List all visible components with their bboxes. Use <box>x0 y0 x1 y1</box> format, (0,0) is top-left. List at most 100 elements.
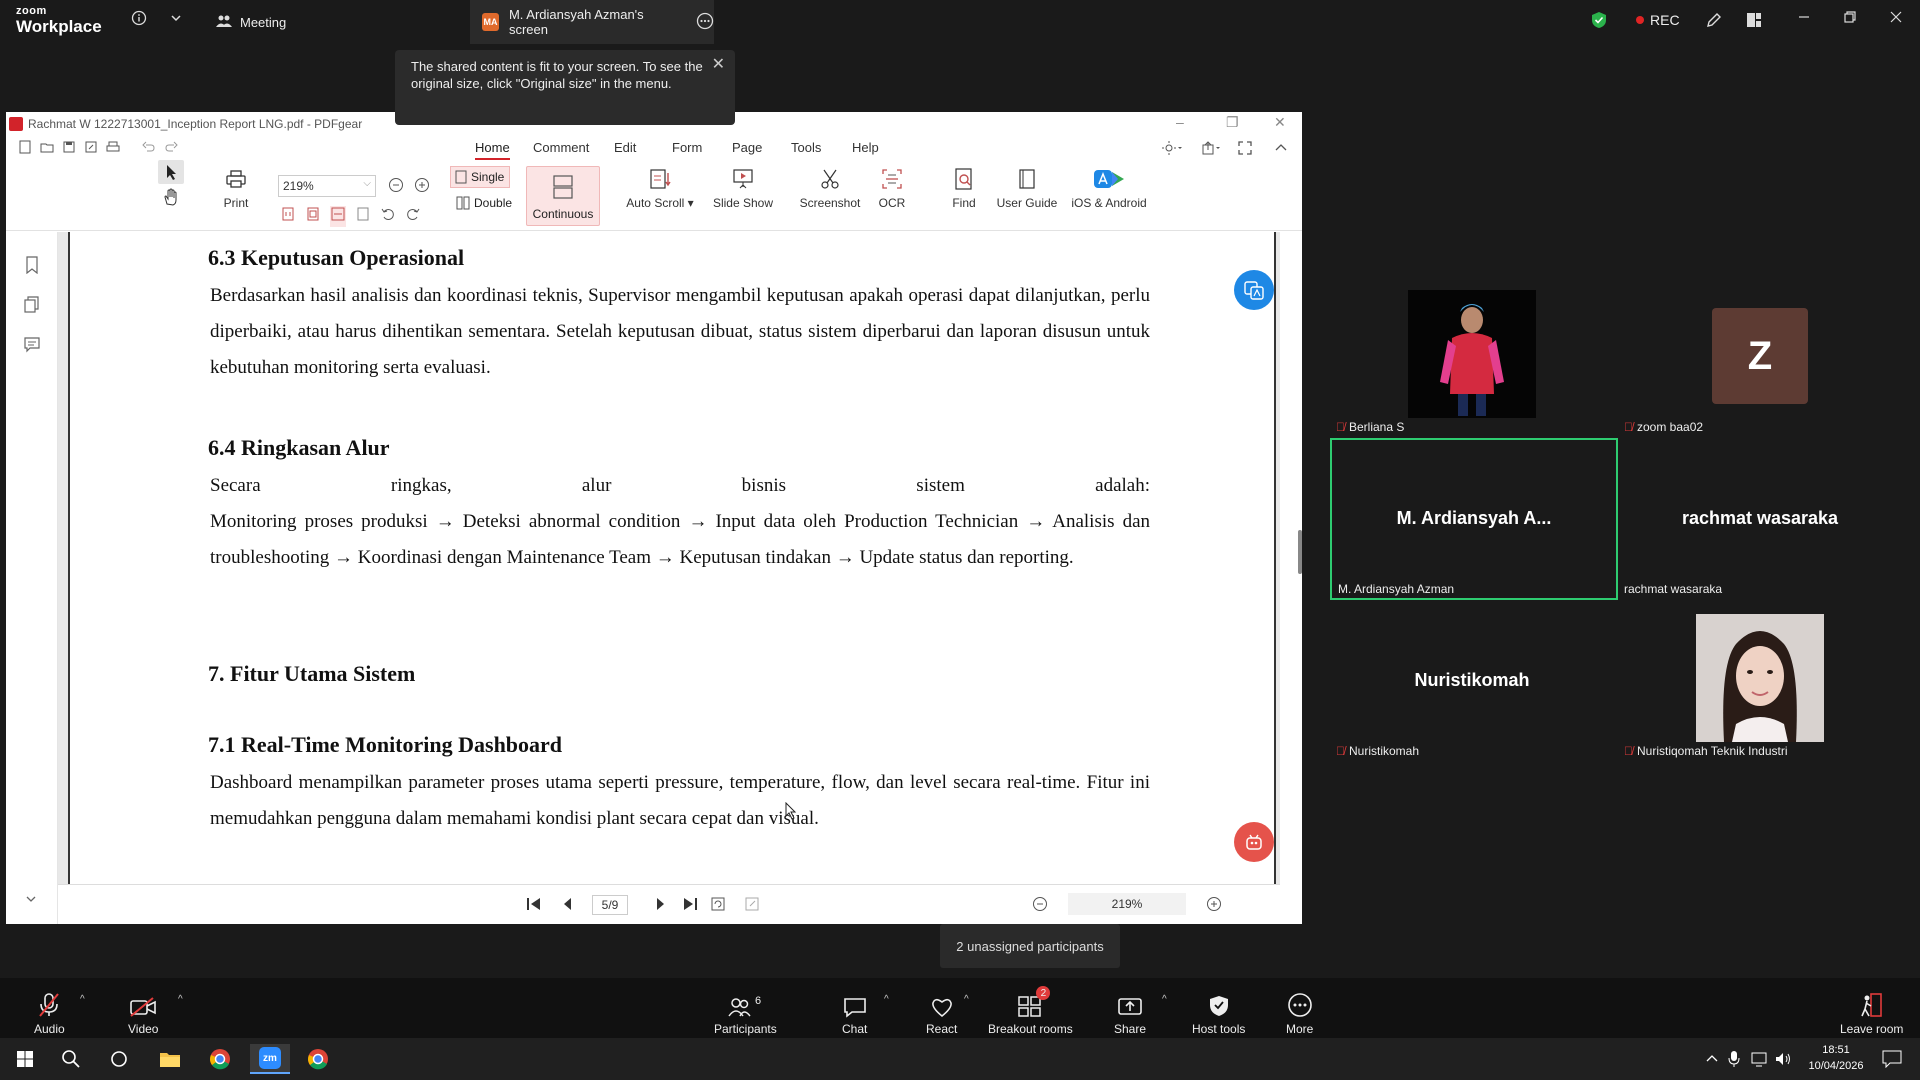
user-guide-button[interactable]: User Guide <box>994 166 1060 210</box>
bookmark-icon[interactable] <box>24 256 40 279</box>
undo-icon[interactable] <box>142 140 156 159</box>
chrome-icon[interactable] <box>205 1044 235 1074</box>
select-tool[interactable] <box>158 160 184 184</box>
slide-show-button[interactable]: Slide Show <box>708 166 778 210</box>
fit-width-icon[interactable] <box>330 206 346 227</box>
menu-help[interactable]: Help <box>852 140 879 155</box>
zoom-in-icon[interactable] <box>414 177 430 198</box>
status-zoom-in-icon[interactable] <box>1206 896 1222 915</box>
participant-tile[interactable]: 🎙̸ Nuristiqomah Teknik Industri <box>1618 600 1902 760</box>
auto-scroll-button[interactable]: Auto Scroll ▾ <box>622 166 698 210</box>
close-icon[interactable] <box>1889 10 1903 27</box>
zoom-out-icon[interactable] <box>388 177 404 198</box>
meeting-tab[interactable]: Meeting <box>216 10 286 34</box>
react-caret-icon[interactable]: ^ <box>964 994 969 1005</box>
redo-icon[interactable] <box>164 140 178 159</box>
collapse-ribbon-icon[interactable] <box>1274 141 1288 160</box>
rotate-left-icon[interactable] <box>380 206 396 227</box>
pages-thumbnail-icon[interactable] <box>24 296 40 319</box>
tray-volume-icon[interactable] <box>1774 1050 1792 1073</box>
fullscreen-icon[interactable] <box>1238 141 1252 160</box>
share-button[interactable]: Share <box>1114 992 1146 1036</box>
prev-page-icon[interactable] <box>560 896 576 915</box>
new-file-icon[interactable] <box>18 140 32 159</box>
panel-expand-chevron-icon[interactable] <box>24 892 38 911</box>
participant-tile[interactable]: Z 🎙̸ zoom baa02 <box>1618 276 1902 436</box>
search-icon[interactable] <box>56 1044 86 1074</box>
info-icon[interactable] <box>131 10 147 29</box>
host-tools-button[interactable]: Host tools <box>1192 992 1245 1036</box>
save-icon[interactable] <box>62 140 76 159</box>
share-caret-icon[interactable]: ^ <box>1162 994 1167 1005</box>
export-icon[interactable] <box>1202 141 1222 160</box>
menu-form[interactable]: Form <box>672 140 702 155</box>
tray-mic-icon[interactable] <box>1728 1050 1740 1073</box>
pdf-minimize-icon[interactable]: – <box>1176 114 1184 130</box>
pdf-restore-icon[interactable]: ❐ <box>1226 114 1239 131</box>
video-caret-icon[interactable]: ^ <box>178 994 183 1005</box>
translate-float-button[interactable] <box>1234 270 1274 310</box>
chat-caret-icon[interactable]: ^ <box>884 994 889 1005</box>
menu-home[interactable]: Home <box>475 140 510 160</box>
page-number-input[interactable]: 5/9 <box>592 895 628 915</box>
participants-button[interactable]: 6 Participants <box>714 992 777 1036</box>
hand-tool-icon[interactable] <box>162 188 180 211</box>
menu-edit[interactable]: Edit <box>614 140 636 155</box>
next-page-icon[interactable] <box>652 896 668 915</box>
print-small-icon[interactable] <box>106 140 120 159</box>
actual-size-icon[interactable] <box>280 206 296 227</box>
leave-room-button[interactable]: Leave room <box>1840 992 1903 1036</box>
notification-icon[interactable] <box>1882 1050 1902 1073</box>
rotate-page-icon[interactable] <box>710 896 726 915</box>
status-zoom-value[interactable]: 219% <box>1068 893 1186 915</box>
task-view-icon[interactable] <box>104 1044 134 1074</box>
ocr-button[interactable]: OCR <box>872 166 912 210</box>
menu-comment[interactable]: Comment <box>533 140 589 155</box>
extract-page-icon[interactable] <box>744 896 760 915</box>
security-shield-icon[interactable] <box>1591 11 1607 32</box>
comments-icon[interactable] <box>24 336 40 359</box>
breakout-rooms-button[interactable]: 2 Breakout rooms <box>988 986 1073 1036</box>
file-explorer-icon[interactable] <box>155 1044 185 1074</box>
vertical-scrollbar[interactable] <box>1298 530 1302 574</box>
minimize-icon[interactable] <box>1797 10 1811 27</box>
annotate-pen-icon[interactable] <box>1705 11 1723 32</box>
video-button[interactable]: Video <box>128 992 158 1036</box>
zoom-taskbar-icon[interactable]: zm <box>250 1044 290 1074</box>
taskbar-clock[interactable]: 18:51 10/04/2026 <box>1796 1042 1876 1074</box>
react-button[interactable]: React <box>926 992 957 1036</box>
first-page-icon[interactable] <box>526 896 542 915</box>
menu-tools[interactable]: Tools <box>791 140 821 155</box>
participant-tile[interactable]: Nuristikomah 🎙̸ Nuristikomah <box>1330 600 1614 760</box>
more-options-icon[interactable] <box>696 12 714 33</box>
restore-icon[interactable] <box>1843 10 1857 27</box>
audio-caret-icon[interactable]: ^ <box>80 994 85 1005</box>
last-page-icon[interactable] <box>682 896 698 915</box>
participant-tile[interactable]: rachmat wasaraka rachmat wasaraka <box>1618 438 1902 598</box>
screen-share-tab[interactable]: MA M. Ardiansyah Azman's screen <box>470 0 714 44</box>
participant-tile-active-speaker[interactable]: M. Ardiansyah A... M. Ardiansyah Azman <box>1330 438 1618 600</box>
menu-page[interactable]: Page <box>732 140 762 155</box>
view-layout-icon[interactable] <box>1745 11 1763 32</box>
rotate-right-icon[interactable] <box>405 206 421 227</box>
continuous-button[interactable]: Continuous <box>526 166 600 226</box>
tooltip-close-icon[interactable]: ✕ <box>712 56 725 73</box>
recording-indicator[interactable]: REC <box>1636 12 1680 28</box>
tray-chevron-up-icon[interactable] <box>1705 1052 1719 1071</box>
windows-start-icon[interactable] <box>10 1044 40 1074</box>
print-button[interactable]: Print <box>216 166 256 210</box>
find-button[interactable]: Find <box>946 166 982 210</box>
save-as-icon[interactable] <box>84 140 98 159</box>
chrome-profile-icon[interactable] <box>303 1044 333 1074</box>
audio-button[interactable]: Audio <box>34 992 65 1036</box>
chat-button[interactable]: Chat <box>842 992 867 1036</box>
open-folder-icon[interactable] <box>40 140 54 159</box>
single-page-button[interactable]: Single <box>450 166 510 188</box>
fit-page-icon[interactable] <box>305 206 321 227</box>
tray-network-icon[interactable] <box>1750 1050 1768 1073</box>
more-button[interactable]: More <box>1286 992 1313 1036</box>
chevron-down-icon[interactable] <box>170 11 182 27</box>
participant-tile[interactable]: 🎙̸ Berliana S <box>1330 276 1614 436</box>
ai-assistant-float-button[interactable] <box>1234 822 1274 862</box>
zoom-level-combo[interactable]: 219% ⌵ <box>278 175 376 197</box>
